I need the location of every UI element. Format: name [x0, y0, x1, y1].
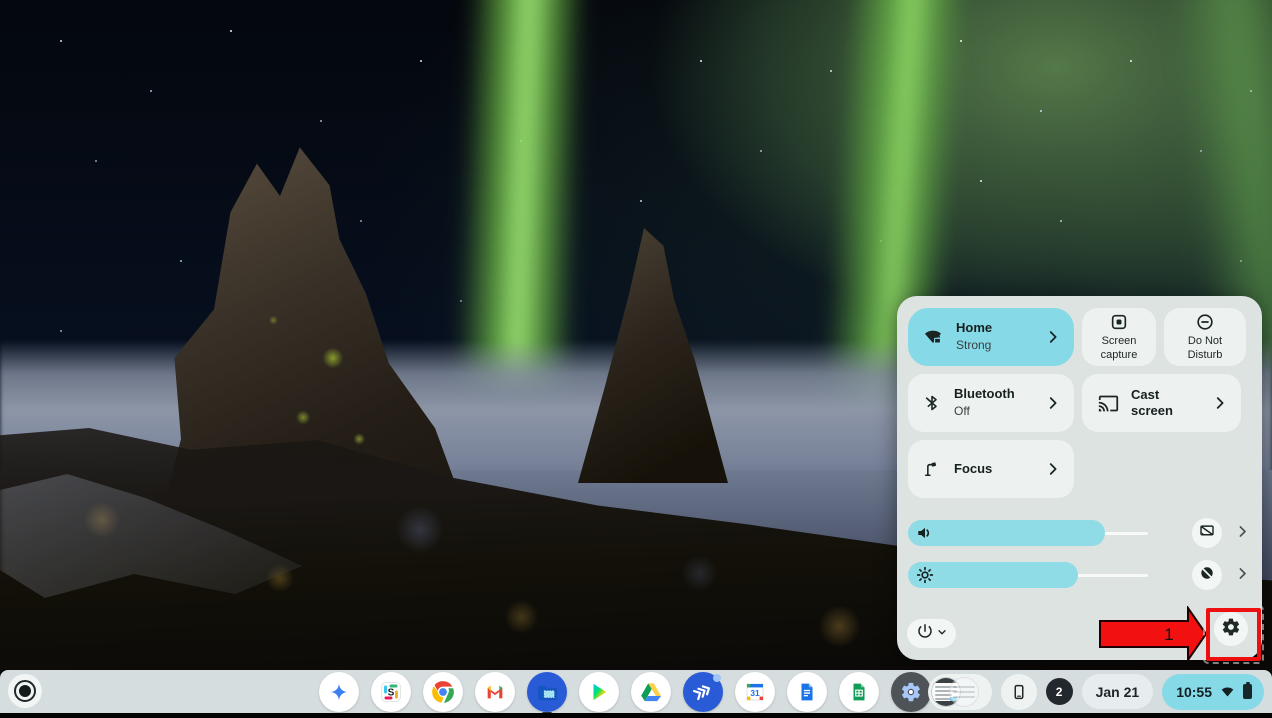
network-tile[interactable]: Home Strong — [908, 308, 1074, 366]
settings-button[interactable] — [1214, 612, 1248, 646]
calendar-icon: 31 — [743, 680, 767, 704]
app-gemini[interactable] — [319, 672, 359, 712]
chrome-icon — [430, 679, 456, 705]
focus-lamp-icon — [922, 459, 942, 479]
status-tray: 2 Jan 21 10:55 — [928, 674, 1264, 710]
notification-count: 2 — [1056, 685, 1063, 699]
app-sheets[interactable] — [839, 672, 879, 712]
phone-hub-icon — [1010, 683, 1028, 701]
settings-gear-icon — [900, 681, 922, 703]
chevron-right-icon — [1211, 394, 1229, 412]
quick-settings-row-1: Home Strong Screen capture Do Not Distur… — [908, 308, 1250, 366]
launcher-icon — [14, 680, 36, 702]
aurora-band — [455, 0, 588, 392]
brightness-slider-row — [908, 562, 1250, 588]
app-chrome[interactable] — [423, 672, 463, 712]
screencast-chevrons-icon — [691, 680, 715, 704]
do-not-disturb-label: Do Not Disturb — [1172, 335, 1238, 363]
screen-capture-label: Screen capture — [1086, 335, 1152, 363]
do-not-disturb-tile[interactable]: Do Not Disturb — [1164, 308, 1246, 366]
bluetooth-off-icon — [922, 393, 942, 413]
notification-counter[interactable]: 2 — [1046, 678, 1073, 705]
slack-icon: S — [379, 680, 403, 704]
svg-text:S: S — [388, 687, 395, 698]
volume-slider[interactable] — [908, 520, 1148, 546]
phone-hub-button[interactable] — [1001, 674, 1037, 710]
display-settings-chevron[interactable] — [1234, 565, 1251, 587]
screen-bottom-edge — [0, 713, 1272, 718]
display-off-icon — [1198, 522, 1216, 545]
speaker-icon — [915, 523, 935, 548]
wifi-lock-icon — [922, 326, 944, 348]
app-gmail[interactable] — [475, 672, 515, 712]
date-label: Jan 21 — [1096, 684, 1140, 700]
app-icon-row: S 31 — [319, 672, 931, 712]
network-name: Home — [956, 320, 1032, 336]
quick-settings-row-3: Focus — [908, 440, 1250, 498]
brightness-slider[interactable] — [908, 562, 1148, 588]
app-settings[interactable] — [891, 672, 931, 712]
quick-settings-panel: Home Strong Screen capture Do Not Distur… — [897, 296, 1262, 660]
bluetooth-label: Bluetooth — [954, 386, 1032, 402]
network-strength: Strong — [956, 338, 991, 352]
screen-record-icon — [1109, 312, 1129, 332]
sheets-icon — [848, 681, 870, 703]
clock-label: 10:55 — [1176, 684, 1212, 700]
quick-settings-row-2: Bluetooth Off Cast screen — [908, 374, 1250, 432]
gemini-icon — [328, 681, 350, 703]
app-docs[interactable] — [787, 672, 827, 712]
chromeos-desktop: Home Strong Screen capture Do Not Distur… — [0, 0, 1272, 718]
cast-screen-label: Cast screen — [1131, 387, 1199, 418]
cast-screen-tile[interactable]: Cast screen — [1082, 374, 1241, 432]
shelf: S 31 — [0, 670, 1272, 713]
minus-circle-icon — [1195, 312, 1215, 332]
power-icon — [916, 622, 934, 645]
brightness-icon — [915, 565, 935, 590]
bluetooth-state: Off — [954, 404, 970, 418]
chevron-down-icon — [936, 625, 948, 643]
stars — [0, 0, 2, 2]
app-calendar[interactable]: 31 — [735, 672, 775, 712]
chevron-right-icon — [1044, 328, 1062, 346]
audio-settings-chevron[interactable] — [1234, 523, 1251, 545]
chevron-right-icon — [1044, 394, 1062, 412]
files-icon — [534, 679, 560, 705]
drive-icon — [639, 680, 663, 704]
battery-icon — [1243, 684, 1252, 699]
svg-text:31: 31 — [750, 687, 760, 697]
docs-icon — [796, 681, 818, 703]
wifi-icon — [1219, 683, 1236, 700]
volume-slider-fill — [908, 520, 1105, 546]
power-menu-button[interactable] — [907, 619, 956, 648]
audio-output-toggle[interactable] — [1192, 518, 1222, 548]
quick-settings-footer — [897, 619, 1262, 648]
cast-icon — [1098, 393, 1119, 414]
app-play-store[interactable] — [579, 672, 619, 712]
date-button[interactable]: Jan 21 — [1082, 674, 1154, 709]
app-files[interactable] — [527, 672, 567, 712]
chevron-right-icon — [1044, 460, 1062, 478]
bluetooth-tile[interactable]: Bluetooth Off — [908, 374, 1074, 432]
status-area-button[interactable]: 10:55 — [1162, 674, 1264, 710]
app-drive[interactable] — [631, 672, 671, 712]
play-store-icon — [588, 681, 610, 703]
volume-slider-row — [908, 520, 1250, 546]
app-screencast[interactable] — [683, 672, 723, 712]
screenshot-thumbnail-ghost — [949, 677, 979, 707]
focus-label: Focus — [954, 461, 1032, 477]
screen-capture-tile[interactable]: Screen capture — [1082, 308, 1156, 366]
notification-dot — [713, 674, 721, 682]
launcher-button[interactable] — [8, 674, 42, 708]
app-slack[interactable]: S — [371, 672, 411, 712]
night-light-off-icon — [1198, 564, 1216, 587]
gmail-icon — [484, 681, 506, 703]
gear-icon — [1221, 617, 1241, 642]
tote-screenshot-preview[interactable] — [928, 674, 992, 710]
night-light-toggle[interactable] — [1192, 560, 1222, 590]
focus-tile[interactable]: Focus — [908, 440, 1074, 498]
